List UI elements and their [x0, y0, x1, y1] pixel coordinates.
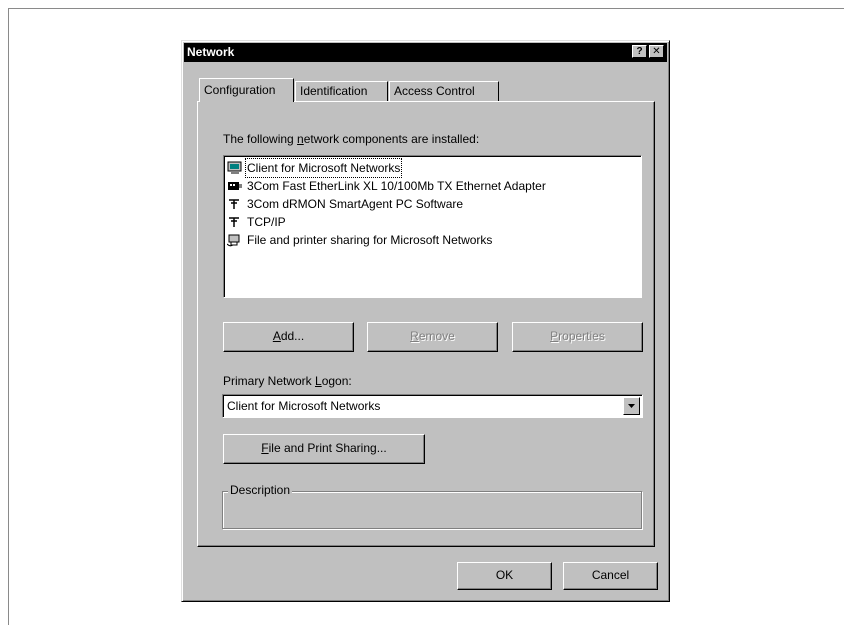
properties-button-label: roperties: [558, 329, 605, 343]
add-button-label: dd...: [280, 329, 305, 343]
remove-button-accel: R: [410, 329, 419, 343]
primary-logon-value: Client for Microsoft Networks: [227, 399, 381, 413]
list-item-label: TCP/IP: [247, 214, 286, 229]
primary-logon-select[interactable]: Client for Microsoft Networks: [222, 394, 643, 418]
list-item[interactable]: TCP/IP: [227, 212, 637, 230]
close-icon: ✕: [652, 46, 661, 57]
logon-label-accel: L: [315, 374, 322, 388]
list-item[interactable]: 3Com Fast EtherLink XL 10/100Mb TX Ether…: [227, 176, 637, 194]
properties-button[interactable]: Properties: [512, 322, 643, 352]
components-label-pre: The following: [223, 132, 298, 146]
help-button[interactable]: ?: [632, 45, 647, 58]
tab-access-control[interactable]: Access Control: [389, 81, 499, 101]
description-label: Description: [228, 483, 293, 497]
help-icon: ?: [636, 46, 643, 57]
list-item-label: 3Com dRMON SmartAgent PC Software: [247, 196, 464, 211]
components-label: The following network components are ins…: [223, 132, 479, 146]
list-item-label: 3Com Fast EtherLink XL 10/100Mb TX Ether…: [247, 178, 546, 193]
logon-label: Primary Network Logon:: [223, 374, 352, 388]
components-listbox[interactable]: Client for Microsoft Networks 3Com Fast …: [223, 155, 642, 298]
page-frame-top: [8, 8, 844, 9]
tab-identification[interactable]: Identification: [295, 81, 388, 101]
title-bar[interactable]: Network ? ✕: [184, 43, 667, 62]
add-button[interactable]: Add...: [223, 322, 354, 352]
file-print-sharing-label: ile and Print Sharing...: [268, 441, 387, 455]
description-group: Description: [222, 483, 642, 529]
page-frame-left: [8, 8, 9, 625]
network-dialog: Network ? ✕ Configuration Identification…: [181, 40, 670, 602]
list-item[interactable]: File and printer sharing for Microsoft N…: [226, 230, 637, 248]
ok-button[interactable]: OK: [457, 562, 552, 590]
tab-configuration[interactable]: Configuration: [199, 78, 294, 102]
protocol-icon: [227, 197, 243, 211]
list-item-label: Client for Microsoft Networks: [244, 157, 403, 178]
protocol-icon: [227, 215, 243, 229]
close-button[interactable]: ✕: [649, 45, 664, 58]
logon-label-post: ogon:: [321, 374, 352, 388]
file-print-sharing-accel: F: [261, 441, 269, 455]
list-item[interactable]: Client for Microsoft Networks: [227, 157, 637, 178]
components-label-post: etwork components are installed:: [303, 132, 480, 146]
properties-button-accel: P: [550, 329, 559, 343]
logon-label-pre: Primary Network: [223, 374, 316, 388]
dropdown-button[interactable]: [623, 397, 640, 415]
cancel-button[interactable]: Cancel: [563, 562, 658, 590]
file-print-sharing-button[interactable]: File and Print Sharing...: [223, 434, 425, 464]
add-button-accel: A: [272, 329, 281, 343]
remove-button-label: emove: [418, 329, 455, 343]
chevron-down-icon: [628, 404, 635, 408]
network-adapter-icon: [227, 179, 243, 193]
remove-button[interactable]: Remove: [367, 322, 498, 352]
list-item[interactable]: 3Com dRMON SmartAgent PC Software: [227, 194, 637, 212]
list-item-label: File and printer sharing for Microsoft N…: [247, 232, 493, 247]
service-icon: [226, 233, 243, 247]
window-title: Network: [187, 45, 235, 59]
client-icon: [227, 161, 243, 175]
components-label-accel: n: [297, 132, 304, 146]
